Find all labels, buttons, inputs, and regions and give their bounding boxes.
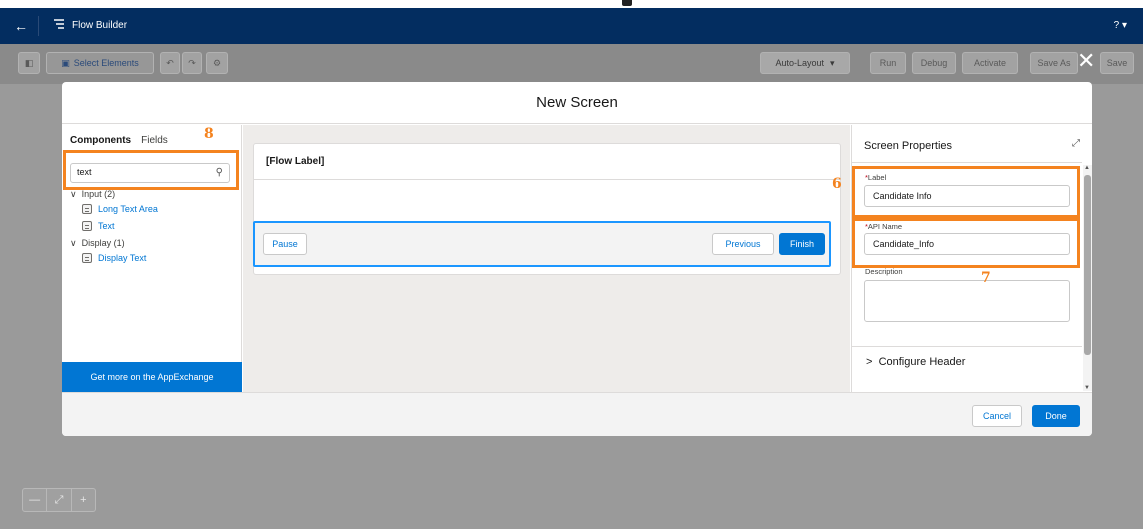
- save-button[interactable]: Save: [1100, 52, 1134, 74]
- component-label: Long Text Area: [98, 204, 158, 214]
- zoom-in-button[interactable]: +: [72, 489, 95, 511]
- scroll-up-icon[interactable]: ▲: [1084, 165, 1090, 171]
- top-gap: [0, 0, 1143, 8]
- zoom-out-button[interactable]: —: [23, 489, 48, 511]
- pause-button[interactable]: Pause: [263, 233, 307, 255]
- save-as-button[interactable]: Save As: [1030, 52, 1078, 74]
- group-display[interactable]: ∨ Display (1): [70, 238, 158, 249]
- settings-button[interactable]: ⚙: [206, 52, 228, 74]
- chevron-down-icon: ▾: [830, 57, 835, 68]
- description-textarea[interactable]: [864, 280, 1070, 322]
- modal-footer: Cancel Done: [62, 392, 1092, 436]
- expand-icon[interactable]: ⤢: [1072, 138, 1080, 149]
- screen-canvas: [Flow Label] Pause Previous Finish: [243, 125, 850, 392]
- component-label: Display Text: [98, 253, 147, 263]
- annotation-number-6: 6: [832, 176, 842, 192]
- layout-mode-select[interactable]: Auto-Layout ▾: [760, 52, 850, 74]
- previous-button[interactable]: Previous: [712, 233, 774, 255]
- fit-view-button[interactable]: ⤢: [47, 489, 72, 511]
- appexchange-link[interactable]: Get more on the AppExchange: [62, 362, 242, 392]
- component-display-text[interactable]: Display Text: [82, 253, 158, 263]
- scrollbar-thumb[interactable]: [1084, 175, 1091, 355]
- group-display-label: Display (1): [81, 238, 125, 248]
- finish-button[interactable]: Finish: [779, 233, 825, 255]
- done-button[interactable]: Done: [1032, 405, 1080, 427]
- annotation-box-api-name: [852, 218, 1080, 268]
- properties-divider: [852, 162, 1082, 163]
- tab-components[interactable]: Components: [70, 135, 131, 146]
- screen-footer[interactable]: Pause Previous Finish: [253, 221, 831, 267]
- select-elements-label: Select Elements: [73, 58, 139, 68]
- long-text-area-icon: [82, 204, 92, 214]
- help-menu[interactable]: ? ▾: [1114, 20, 1127, 31]
- app-title: Flow Builder: [72, 20, 128, 31]
- close-modal-icon[interactable]: ✕: [1077, 48, 1095, 74]
- annotation-number-8: 8: [204, 126, 214, 142]
- configure-header-section[interactable]: > Configure Header: [866, 356, 965, 368]
- undo-icon: ↶: [166, 57, 174, 68]
- annotation-number-7: 7: [981, 270, 991, 286]
- modal-title: New Screen: [536, 94, 618, 111]
- configure-header-label: Configure Header: [878, 356, 966, 368]
- description-field-label: Description: [865, 267, 903, 276]
- component-label: Text: [98, 221, 115, 231]
- properties-title: Screen Properties: [864, 140, 953, 152]
- panel-icon: ◧: [24, 57, 34, 68]
- help-icon: ?: [1113, 20, 1120, 31]
- configure-header-divider: [852, 346, 1082, 347]
- select-elements-button[interactable]: ▣ Select Elements: [46, 52, 154, 74]
- undo-button[interactable]: ↶: [160, 52, 180, 74]
- panel-tabs: Components Fields: [70, 135, 168, 146]
- back-arrow-icon[interactable]: ←: [14, 18, 28, 34]
- properties-scrollbar[interactable]: ▲ ▼: [1083, 165, 1092, 391]
- display-text-icon: [82, 253, 92, 263]
- layout-mode-label: Auto-Layout: [775, 58, 824, 68]
- tab-fields[interactable]: Fields: [141, 135, 168, 146]
- text-input-icon: [82, 221, 92, 231]
- run-button[interactable]: Run: [870, 52, 906, 74]
- debug-button[interactable]: Debug: [912, 52, 956, 74]
- group-input[interactable]: ∨ Input (2): [70, 189, 158, 200]
- component-long-text-area[interactable]: Long Text Area: [82, 204, 158, 214]
- chevron-right-icon: >: [866, 356, 873, 368]
- camera-notch: [622, 0, 632, 6]
- select-elements-icon: ▣: [61, 57, 70, 68]
- header-divider: [38, 16, 39, 36]
- gear-icon: ⚙: [212, 57, 222, 68]
- modal-header: New Screen: [62, 82, 1092, 124]
- activate-button[interactable]: Activate: [962, 52, 1018, 74]
- toggle-panel-button[interactable]: ◧: [18, 52, 40, 74]
- component-text[interactable]: Text: [82, 221, 158, 231]
- redo-button[interactable]: ↷: [182, 52, 202, 74]
- flow-label[interactable]: [Flow Label]: [266, 156, 324, 167]
- toolbar: ◧ ▣ Select Elements ↶ ↷ ⚙ Auto-Layout ▾ …: [0, 44, 1143, 84]
- scroll-down-icon[interactable]: ▼: [1084, 385, 1090, 391]
- flow-icon: [54, 19, 64, 29]
- redo-icon: ↷: [188, 57, 196, 68]
- group-input-label: Input (2): [81, 189, 116, 199]
- annotation-box-label: [852, 166, 1080, 218]
- annotation-box-search: [63, 150, 239, 190]
- app-header: ← Flow Builder ? ▾: [0, 8, 1143, 44]
- component-tree: ∨ Input (2) Long Text Area Text ∨ Displa…: [70, 187, 158, 270]
- cancel-button[interactable]: Cancel: [972, 405, 1022, 427]
- card-divider: [254, 179, 840, 180]
- zoom-controls: — ⤢ +: [22, 488, 96, 512]
